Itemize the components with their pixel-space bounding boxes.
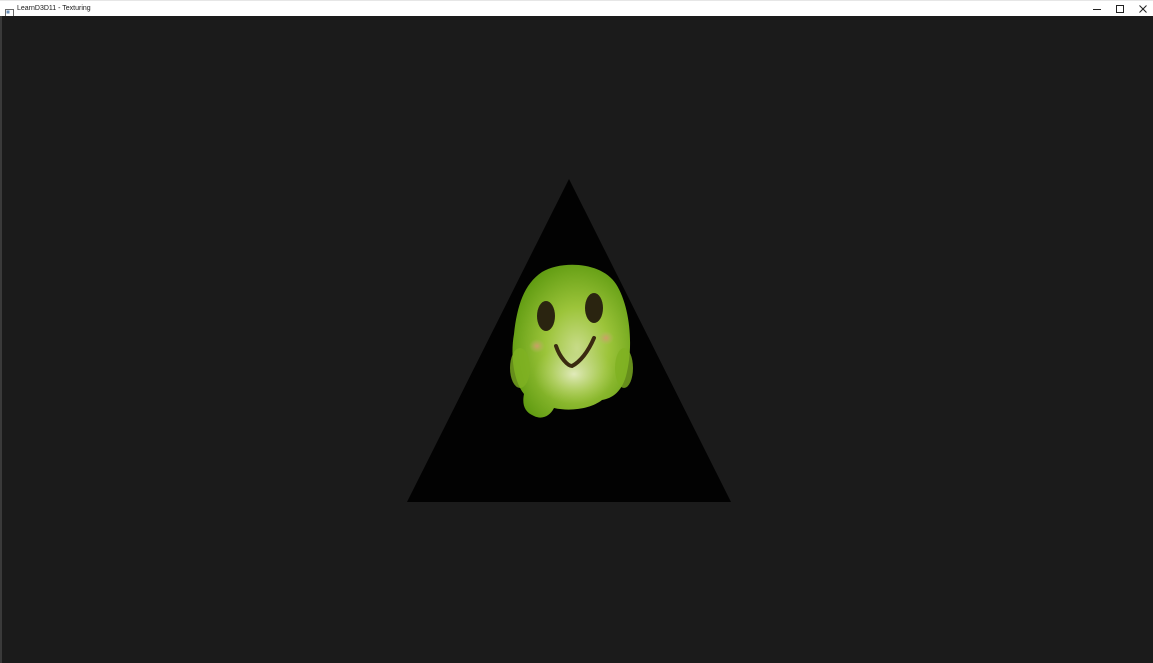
title-bar[interactable]: LearnD3D11 - Texturing <box>0 0 1153 17</box>
texture-blob <box>510 264 633 418</box>
app-window: LearnD3D11 - Texturing <box>0 0 1153 663</box>
close-button[interactable] <box>1131 1 1153 17</box>
app-window-icon <box>5 4 14 17</box>
maximize-icon <box>1115 5 1124 13</box>
minimize-icon <box>1092 5 1101 13</box>
render-viewport[interactable] <box>2 16 1153 663</box>
minimize-button[interactable] <box>1085 1 1108 17</box>
close-icon <box>1138 5 1147 13</box>
window-title: LearnD3D11 - Texturing <box>17 5 91 12</box>
rendered-scene <box>407 179 731 502</box>
maximize-button[interactable] <box>1108 1 1131 17</box>
